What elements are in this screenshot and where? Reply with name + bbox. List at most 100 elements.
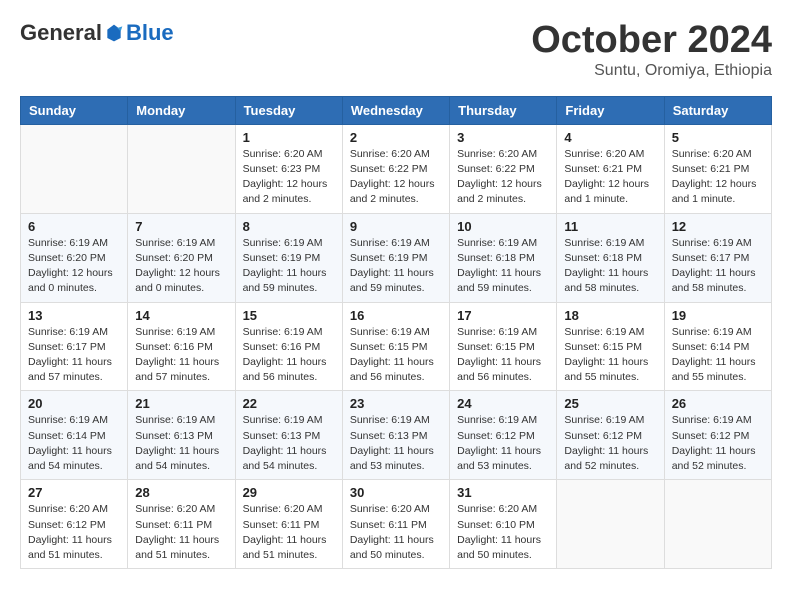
- logo-icon: [104, 23, 124, 43]
- day-info: Sunrise: 6:19 AM Sunset: 6:17 PM Dayligh…: [672, 236, 764, 297]
- day-number: 8: [243, 219, 335, 234]
- calendar-day-cell: 28 Sunrise: 6:20 AM Sunset: 6:11 PM Dayli…: [128, 480, 235, 569]
- day-number: 13: [28, 308, 120, 323]
- day-info: Sunrise: 6:19 AM Sunset: 6:20 PM Dayligh…: [135, 236, 227, 297]
- day-info: Sunrise: 6:20 AM Sunset: 6:22 PM Dayligh…: [457, 147, 549, 208]
- calendar-day-cell: 21Sunrise: 6:19 AM Sunset: 6:13 PM Dayli…: [128, 391, 235, 480]
- calendar-day-cell: 24Sunrise: 6:19 AM Sunset: 6:12 PM Dayli…: [450, 391, 557, 480]
- calendar-week-row: 13 Sunrise: 6:19 AM Sunset: 6:17 PM Dayli…: [21, 302, 772, 391]
- day-number: 23: [350, 396, 442, 411]
- day-info: Sunrise: 6:20 AM Sunset: 6:11 PM Dayligh…: [135, 502, 227, 563]
- day-info: Sunrise: 6:20 AM Sunset: 6:23 PM Dayligh…: [243, 147, 335, 208]
- calendar-day-cell: 15 Sunrise: 6:19 AM Sunset: 6:16 PM Dayli…: [235, 302, 342, 391]
- calendar-day-cell: [664, 480, 771, 569]
- day-number: 10: [457, 219, 549, 234]
- calendar-day-cell: 19 Sunrise: 6:19 AM Sunset: 6:14 PM Dayli…: [664, 302, 771, 391]
- day-info: Sunrise: 6:19 AM Sunset: 6:14 PM Dayligh…: [672, 325, 764, 386]
- calendar-day-cell: [128, 124, 235, 213]
- day-info: Sunrise: 6:19 AM Sunset: 6:14 PM Dayligh…: [28, 413, 120, 474]
- day-number: 26: [672, 396, 764, 411]
- day-info: Sunrise: 6:19 AM Sunset: 6:18 PM Dayligh…: [457, 236, 549, 297]
- day-info: Sunrise: 6:19 AM Sunset: 6:12 PM Dayligh…: [564, 413, 656, 474]
- day-info: Sunrise: 6:19 AM Sunset: 6:20 PM Dayligh…: [28, 236, 120, 297]
- day-number: 21: [135, 396, 227, 411]
- day-number: 19: [672, 308, 764, 323]
- day-number: 1: [243, 130, 335, 145]
- day-info: Sunrise: 6:19 AM Sunset: 6:18 PM Dayligh…: [564, 236, 656, 297]
- day-number: 28: [135, 485, 227, 500]
- day-number: 25: [564, 396, 656, 411]
- weekday-header-friday: Friday: [557, 96, 664, 124]
- weekday-header-wednesday: Wednesday: [342, 96, 449, 124]
- calendar-day-cell: 23 Sunrise: 6:19 AM Sunset: 6:13 PM Dayli…: [342, 391, 449, 480]
- day-info: Sunrise: 6:19 AM Sunset: 6:13 PM Dayligh…: [243, 413, 335, 474]
- calendar-day-cell: 7 Sunrise: 6:19 AM Sunset: 6:20 PM Daylig…: [128, 213, 235, 302]
- calendar-day-cell: 29Sunrise: 6:20 AM Sunset: 6:11 PM Dayli…: [235, 480, 342, 569]
- calendar-week-row: 27Sunrise: 6:20 AM Sunset: 6:12 PM Dayli…: [21, 480, 772, 569]
- day-number: 24: [457, 396, 549, 411]
- weekday-header-saturday: Saturday: [664, 96, 771, 124]
- day-info: Sunrise: 6:20 AM Sunset: 6:22 PM Dayligh…: [350, 147, 442, 208]
- calendar-day-cell: 26 Sunrise: 6:19 AM Sunset: 6:12 PM Dayli…: [664, 391, 771, 480]
- day-number: 27: [28, 485, 120, 500]
- weekday-header-monday: Monday: [128, 96, 235, 124]
- weekday-header-sunday: Sunday: [21, 96, 128, 124]
- month-title: October 2024: [531, 20, 772, 62]
- calendar-week-row: 20 Sunrise: 6:19 AM Sunset: 6:14 PM Dayli…: [21, 391, 772, 480]
- calendar-day-cell: [557, 480, 664, 569]
- day-number: 20: [28, 396, 120, 411]
- day-number: 7: [135, 219, 227, 234]
- day-number: 12: [672, 219, 764, 234]
- weekday-header-thursday: Thursday: [450, 96, 557, 124]
- logo-blue-text: Blue: [126, 20, 174, 46]
- day-info: Sunrise: 6:19 AM Sunset: 6:16 PM Dayligh…: [135, 325, 227, 386]
- day-info: Sunrise: 6:19 AM Sunset: 6:15 PM Dayligh…: [457, 325, 549, 386]
- day-number: 14: [135, 308, 227, 323]
- day-info: Sunrise: 6:19 AM Sunset: 6:16 PM Dayligh…: [243, 325, 335, 386]
- calendar-day-cell: 10 Sunrise: 6:19 AM Sunset: 6:18 PM Dayli…: [450, 213, 557, 302]
- calendar-day-cell: 1 Sunrise: 6:20 AM Sunset: 6:23 PM Daylig…: [235, 124, 342, 213]
- calendar-day-cell: 30 Sunrise: 6:20 AM Sunset: 6:11 PM Dayli…: [342, 480, 449, 569]
- calendar-day-cell: 22 Sunrise: 6:19 AM Sunset: 6:13 PM Dayli…: [235, 391, 342, 480]
- location-text: Suntu, Oromiya, Ethiopia: [531, 62, 772, 80]
- day-info: Sunrise: 6:20 AM Sunset: 6:21 PM Dayligh…: [564, 147, 656, 208]
- weekday-header-row: SundayMondayTuesdayWednesdayThursdayFrid…: [21, 96, 772, 124]
- day-number: 9: [350, 219, 442, 234]
- day-number: 31: [457, 485, 549, 500]
- logo-general-text: General: [20, 20, 102, 46]
- calendar-day-cell: 12 Sunrise: 6:19 AM Sunset: 6:17 PM Dayli…: [664, 213, 771, 302]
- day-info: Sunrise: 6:19 AM Sunset: 6:15 PM Dayligh…: [564, 325, 656, 386]
- day-info: Sunrise: 6:19 AM Sunset: 6:15 PM Dayligh…: [350, 325, 442, 386]
- day-info: Sunrise: 6:19 AM Sunset: 6:17 PM Dayligh…: [28, 325, 120, 386]
- day-number: 22: [243, 396, 335, 411]
- calendar-day-cell: 18Sunrise: 6:19 AM Sunset: 6:15 PM Dayli…: [557, 302, 664, 391]
- day-number: 30: [350, 485, 442, 500]
- calendar-day-cell: 27Sunrise: 6:20 AM Sunset: 6:12 PM Dayli…: [21, 480, 128, 569]
- calendar-day-cell: 14 Sunrise: 6:19 AM Sunset: 6:16 PM Dayli…: [128, 302, 235, 391]
- calendar-day-cell: 20 Sunrise: 6:19 AM Sunset: 6:14 PM Dayli…: [21, 391, 128, 480]
- calendar-day-cell: 4 Sunrise: 6:20 AM Sunset: 6:21 PM Daylig…: [557, 124, 664, 213]
- day-info: Sunrise: 6:19 AM Sunset: 6:12 PM Dayligh…: [672, 413, 764, 474]
- day-number: 15: [243, 308, 335, 323]
- calendar-day-cell: 8 Sunrise: 6:19 AM Sunset: 6:19 PM Daylig…: [235, 213, 342, 302]
- day-number: 6: [28, 219, 120, 234]
- calendar-day-cell: 6 Sunrise: 6:19 AM Sunset: 6:20 PM Daylig…: [21, 213, 128, 302]
- day-info: Sunrise: 6:19 AM Sunset: 6:19 PM Dayligh…: [243, 236, 335, 297]
- calendar-day-cell: 13 Sunrise: 6:19 AM Sunset: 6:17 PM Dayli…: [21, 302, 128, 391]
- calendar-week-row: 6 Sunrise: 6:19 AM Sunset: 6:20 PM Daylig…: [21, 213, 772, 302]
- weekday-header-tuesday: Tuesday: [235, 96, 342, 124]
- day-info: Sunrise: 6:19 AM Sunset: 6:13 PM Dayligh…: [350, 413, 442, 474]
- day-info: Sunrise: 6:20 AM Sunset: 6:11 PM Dayligh…: [350, 502, 442, 563]
- day-number: 4: [564, 130, 656, 145]
- day-info: Sunrise: 6:19 AM Sunset: 6:19 PM Dayligh…: [350, 236, 442, 297]
- calendar-day-cell: 25 Sunrise: 6:19 AM Sunset: 6:12 PM Dayli…: [557, 391, 664, 480]
- day-number: 17: [457, 308, 549, 323]
- calendar-day-cell: 5Sunrise: 6:20 AM Sunset: 6:21 PM Daylig…: [664, 124, 771, 213]
- calendar-table: SundayMondayTuesdayWednesdayThursdayFrid…: [20, 96, 772, 569]
- day-number: 29: [243, 485, 335, 500]
- calendar-header: SundayMondayTuesdayWednesdayThursdayFrid…: [21, 96, 772, 124]
- title-section: October 2024 Suntu, Oromiya, Ethiopia: [531, 20, 772, 80]
- day-number: 2: [350, 130, 442, 145]
- calendar-day-cell: 16Sunrise: 6:19 AM Sunset: 6:15 PM Dayli…: [342, 302, 449, 391]
- calendar-body: 1 Sunrise: 6:20 AM Sunset: 6:23 PM Daylig…: [21, 124, 772, 568]
